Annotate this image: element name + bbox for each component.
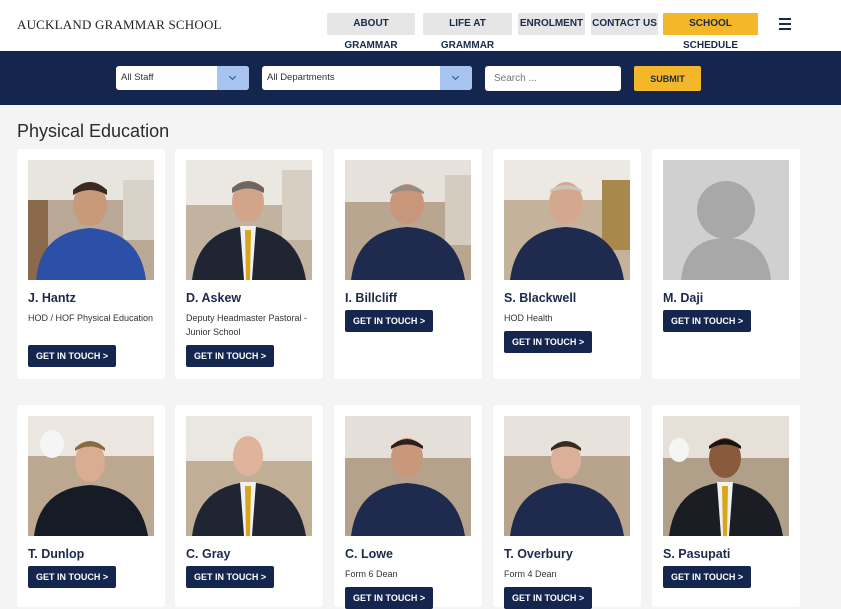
staff-card: C. Lowe Form 6 Dean GET IN TOUCH > (334, 405, 482, 609)
staff-photo (186, 416, 312, 536)
staff-role: HOD Health (504, 313, 553, 323)
get-in-touch-button[interactable]: GET IN TOUCH > (663, 310, 752, 332)
get-in-touch-button[interactable]: GET IN TOUCH > (504, 331, 593, 353)
staff-name: I. Billcliff (345, 291, 398, 305)
staff-photo (504, 416, 630, 536)
get-in-touch-button[interactable]: GET IN TOUCH > (186, 566, 275, 588)
menu-line (779, 18, 791, 20)
staff-role: Form 4 Dean (504, 569, 557, 579)
staff-card: S. Blackwell HOD Health GET IN TOUCH > (493, 149, 641, 379)
staff-name: S. Pasupati (663, 547, 731, 561)
staff-photo (504, 160, 630, 280)
staff-type-select[interactable]: All Staff (116, 66, 249, 90)
staff-filter-bar: All Staff All Departments SUBMIT (0, 51, 841, 105)
search-input[interactable] (485, 66, 621, 91)
staff-name: C. Gray (186, 547, 231, 561)
staff-card: S. Pasupati GET IN TOUCH > (652, 405, 800, 607)
staff-card: T. Dunlop GET IN TOUCH > (17, 405, 165, 607)
menu-line (779, 28, 791, 30)
nav-about-grammar[interactable]: ABOUT GRAMMAR (327, 13, 415, 51)
get-in-touch-button[interactable]: GET IN TOUCH > (345, 587, 434, 609)
page-title: Physical Education (17, 121, 170, 141)
chevron-down-icon[interactable] (440, 66, 472, 90)
hamburger-menu-icon[interactable] (779, 18, 791, 30)
staff-card: T. Overbury Form 4 Dean GET IN TOUCH > (493, 405, 641, 609)
staff-name: C. Lowe (345, 547, 393, 561)
get-in-touch-button[interactable]: GET IN TOUCH > (28, 566, 117, 588)
staff-photo (28, 160, 154, 280)
staff-name: D. Askew (186, 291, 242, 305)
staff-name: J. Hantz (28, 291, 76, 305)
get-in-touch-button[interactable]: GET IN TOUCH > (663, 566, 752, 588)
school-logo[interactable]: Auckland Grammar School (17, 17, 222, 33)
staff-photo (345, 160, 471, 280)
site-header: Auckland Grammar School ABOUT GRAMMAR LI… (0, 0, 841, 51)
staff-type-value: All Staff (121, 72, 154, 83)
staff-card: M. Daji GET IN TOUCH > (652, 149, 800, 379)
department-select[interactable]: All Departments (262, 66, 472, 90)
staff-name: M. Daji (663, 291, 704, 305)
get-in-touch-button[interactable]: GET IN TOUCH > (28, 345, 117, 367)
staff-name: T. Overbury (504, 547, 573, 561)
department-value: All Departments (267, 72, 335, 83)
staff-photo (186, 160, 312, 280)
staff-role: Form 6 Dean (345, 569, 398, 579)
staff-card: C. Gray GET IN TOUCH > (175, 405, 323, 607)
placeholder-avatar-icon (663, 160, 789, 280)
submit-button[interactable]: SUBMIT (634, 66, 701, 91)
staff-card: I. Billcliff GET IN TOUCH > (334, 149, 482, 379)
chevron-down-icon[interactable] (217, 66, 249, 90)
staff-card: J. Hantz HOD / HOF Physical Education GE… (17, 149, 165, 379)
get-in-touch-button[interactable]: GET IN TOUCH > (186, 345, 275, 367)
staff-name: T. Dunlop (28, 547, 85, 561)
get-in-touch-button[interactable]: GET IN TOUCH > (504, 587, 593, 609)
staff-role: Deputy Headmaster Pastoral - Junior Scho… (186, 313, 308, 337)
nav-school-schedule[interactable]: SCHOOL SCHEDULE (663, 13, 758, 51)
menu-line (779, 23, 791, 25)
staff-photo (345, 416, 471, 536)
nav-enrolment[interactable]: ENROLMENT (518, 13, 585, 35)
staff-card: D. Askew Deputy Headmaster Pastoral - Ju… (175, 149, 323, 379)
nav-contact-us[interactable]: CONTACT US (591, 13, 658, 35)
staff-photo (663, 416, 789, 536)
staff-photo (28, 416, 154, 536)
staff-role: HOD / HOF Physical Education (28, 313, 154, 323)
nav-life-at-grammar[interactable]: LIFE AT GRAMMAR (423, 13, 512, 51)
staff-name: S. Blackwell (504, 291, 577, 305)
get-in-touch-button[interactable]: GET IN TOUCH > (345, 310, 434, 332)
